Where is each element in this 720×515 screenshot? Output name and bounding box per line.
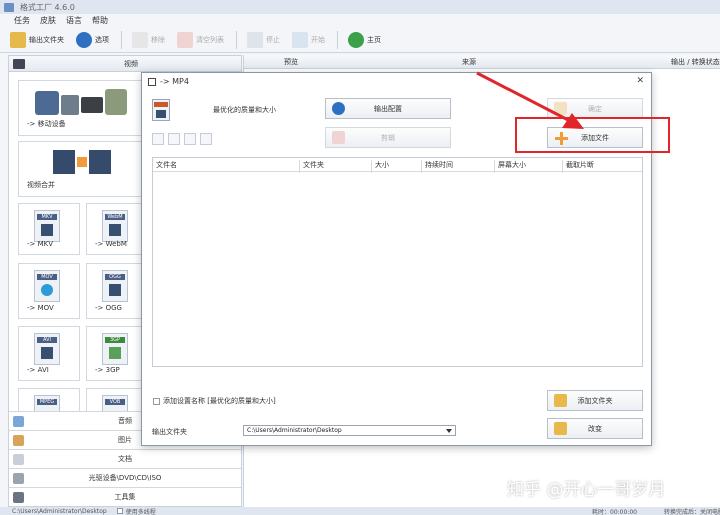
add-folder-button[interactable]: 添加文件夹 — [547, 390, 643, 411]
task-list-header: 预览 来源 输出 / 转换状态 — [244, 55, 720, 69]
file-list[interactable]: 文件名 文件夹 大小 持续时间 屏幕大小 截取片断 — [152, 157, 643, 367]
category-document[interactable]: 文档 — [9, 449, 241, 468]
toolbar-separator — [121, 30, 122, 49]
webm-file-icon: WebM — [102, 210, 128, 242]
clear-items-icon[interactable] — [184, 133, 196, 145]
tile-avi[interactable]: AVI -> AVI — [18, 326, 80, 381]
add-setting-name-checkbox[interactable] — [153, 397, 160, 405]
start-button[interactable]: 开始 — [292, 31, 325, 48]
watermark: 知乎 @开心一哥岁月 — [507, 480, 666, 500]
stop-button[interactable]: 停止 — [247, 31, 280, 48]
tile-mobile-device[interactable]: -> 移动设备 — [18, 80, 142, 136]
close-icon[interactable]: ✕ — [636, 76, 644, 86]
tile-ogg[interactable]: OGG -> OGG — [86, 263, 148, 319]
checkmark-icon — [554, 102, 567, 115]
remove-icon — [132, 31, 148, 48]
output-path-status: C:\Users\Administrator\Desktop — [12, 507, 107, 515]
column-output-status[interactable]: 输出 / 转换状态 — [671, 57, 720, 67]
folder-icon — [554, 422, 567, 435]
column-source[interactable]: 来源 — [462, 57, 476, 67]
options-icon — [76, 31, 92, 48]
avi-file-icon: AVI — [34, 333, 60, 365]
film-merge-icon — [53, 150, 113, 174]
multithread-label: 使用多线程 — [125, 508, 156, 515]
output-folder-button[interactable]: 输出文件夹 — [10, 31, 64, 48]
clear-list-button[interactable]: 清空列表 — [177, 31, 224, 48]
multithread-checkbox[interactable] — [116, 508, 123, 514]
remove-button[interactable]: 移除 — [132, 31, 165, 48]
dialog-title-bar: -> MP4 ✕ — [142, 73, 651, 90]
add-setting-name-row: 添加设置名称 [最优化的质量和大小] — [153, 396, 276, 406]
output-folder-label: 输出文件夹 — [152, 428, 187, 436]
menu-task[interactable]: 任务 — [14, 15, 30, 26]
menu-help[interactable]: 帮助 — [92, 15, 108, 26]
output-config-button[interactable]: 输出配置 — [325, 98, 451, 119]
category-optical-drive[interactable]: 光驱设备\DVD\CD\ISO — [9, 468, 241, 487]
elapsed-time: 耗时：00:00:00 — [592, 508, 637, 515]
globe-icon — [348, 31, 364, 48]
window-icon — [148, 77, 156, 86]
column-preview[interactable]: 预览 — [284, 57, 298, 67]
column-file-name[interactable]: 文件名 — [153, 160, 177, 173]
output-folder-select[interactable]: C:\Users\Administrator\Desktop — [243, 425, 456, 436]
window-title: 格式工厂 4.6.0 — [20, 2, 75, 12]
delete-item-icon[interactable] — [168, 133, 180, 145]
stop-icon — [247, 31, 263, 48]
add-setting-name-label: 添加设置名称 [最优化的质量和大小] — [163, 397, 276, 405]
mp4-format-icon — [152, 99, 170, 121]
chevron-down-icon — [446, 429, 452, 433]
tile-video-merge[interactable]: 视频合并 — [18, 141, 142, 197]
toolbar: 输出文件夹 选项 移除 清空列表 停止 开始 主页 — [0, 27, 720, 53]
folder-add-icon — [554, 394, 567, 407]
ok-button[interactable]: 确定 — [547, 98, 643, 119]
options-button[interactable]: 选项 — [76, 31, 109, 48]
toolbar-separator — [236, 30, 237, 49]
mov-file-icon: MOV — [34, 270, 60, 302]
settings-icon — [332, 102, 345, 115]
video-category-header[interactable]: 视频 — [9, 56, 241, 72]
column-size[interactable]: 大小 — [371, 160, 389, 173]
list-action-buttons — [152, 133, 216, 145]
category-tools[interactable]: 工具集 — [9, 487, 241, 506]
mobile-devices-icon — [35, 87, 130, 117]
film-icon — [13, 58, 25, 69]
column-duration[interactable]: 持续时间 — [421, 160, 453, 173]
change-button[interactable]: 改变 — [547, 418, 643, 439]
menu-skin[interactable]: 皮肤 — [40, 15, 56, 26]
tile-webm[interactable]: WebM -> WebM — [86, 203, 148, 255]
column-clip-segment[interactable]: 截取片断 — [562, 160, 594, 173]
scissors-icon — [332, 131, 345, 144]
column-screen-size[interactable]: 屏幕大小 — [494, 160, 526, 173]
play-item-icon[interactable] — [200, 133, 212, 145]
tile-mov[interactable]: MOV -> MOV — [18, 263, 80, 319]
add-item-icon[interactable] — [152, 133, 164, 145]
folder-icon — [10, 31, 26, 48]
tile-3gp[interactable]: 3GP -> 3GP — [86, 326, 148, 381]
clip-button[interactable]: 剪辑 — [325, 127, 451, 148]
tile-mkv[interactable]: MKV -> MKV — [18, 203, 80, 255]
mkv-file-icon: MKV — [34, 210, 60, 242]
toolbar-separator — [337, 30, 338, 49]
3gp-file-icon: 3GP — [102, 333, 128, 365]
after-convert-status: 转换完成后：关闭电脑 — [664, 508, 720, 515]
menu-language[interactable]: 语言 — [66, 15, 82, 26]
title-bar: 格式工厂 4.6.0 — [0, 0, 720, 14]
app-icon — [4, 2, 14, 12]
annotation-highlight-box — [515, 117, 670, 153]
file-list-header: 文件名 文件夹 大小 持续时间 屏幕大小 截取片断 — [153, 158, 642, 173]
ogg-file-icon: OGG — [102, 270, 128, 302]
column-folder[interactable]: 文件夹 — [299, 160, 324, 173]
status-bar: C:\Users\Administrator\Desktop 使用多线程 耗时：… — [0, 507, 720, 515]
clear-icon — [177, 31, 193, 48]
preset-name: 最优化的质量和大小 — [213, 106, 276, 114]
dialog-title: -> MP4 — [160, 77, 189, 86]
home-button[interactable]: 主页 — [348, 31, 381, 48]
menu-bar: 任务 皮肤 语言 帮助 — [0, 14, 720, 27]
start-icon — [292, 31, 308, 48]
